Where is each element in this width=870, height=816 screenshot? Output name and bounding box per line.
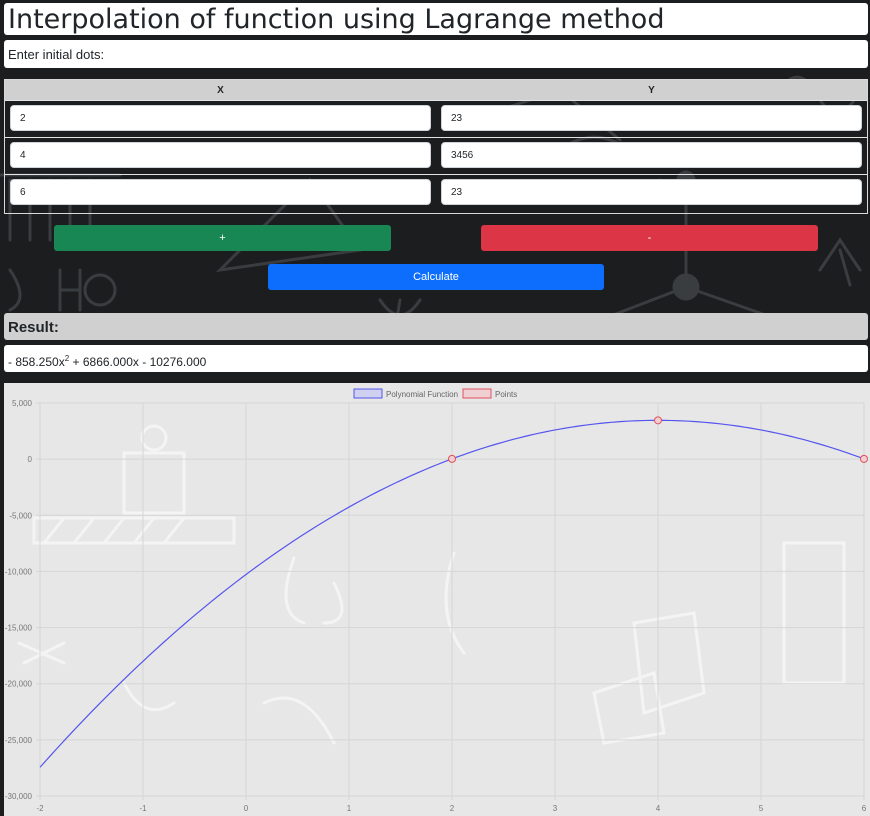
x-tick-label: 1 bbox=[347, 804, 352, 813]
data-point bbox=[860, 454, 868, 463]
chart-grid bbox=[36, 402, 865, 800]
y-tick-label: 0 bbox=[28, 455, 33, 464]
result-polynomial: - 858.250x2 + 6866.000x - 10276.000 bbox=[4, 345, 868, 372]
result-heading: Result: bbox=[4, 313, 868, 340]
y-tick-label: -25,000 bbox=[5, 736, 33, 745]
data-point bbox=[448, 454, 456, 463]
chart-container: -2 -1 0 1 2 3 4 5 6 5,000 0 -5,000 -10,000 -15,000 -20… bbox=[4, 383, 870, 816]
calculate-button[interactable]: Calculate bbox=[268, 264, 604, 290]
result-suffix: + 6866.000x - 10276.000 bbox=[69, 355, 207, 369]
x-tick-label: -1 bbox=[139, 804, 147, 813]
dots-table: X Y bbox=[4, 79, 868, 214]
dots-table-header: X Y bbox=[5, 80, 867, 100]
chart-legend: Polynomial Function Points bbox=[353, 388, 517, 399]
x-tick-label: -2 bbox=[36, 804, 44, 813]
x-tick-label: 4 bbox=[656, 804, 661, 813]
x-tick-label: 3 bbox=[553, 804, 558, 813]
x-tick-label: 5 bbox=[759, 804, 764, 813]
x-input-2[interactable] bbox=[10, 142, 431, 168]
y-tick-label: 5,000 bbox=[12, 399, 33, 408]
legend-swatch-polynomial bbox=[353, 388, 383, 399]
x-input-3[interactable] bbox=[10, 179, 431, 205]
table-row bbox=[5, 100, 867, 137]
polynomial-chart: -2 -1 0 1 2 3 4 5 6 5,000 0 -5,000 -10,000 -15,000 -20… bbox=[5, 388, 868, 813]
add-row-button[interactable]: + bbox=[54, 225, 391, 251]
table-row bbox=[5, 137, 867, 174]
x-tick-label: 0 bbox=[244, 804, 249, 813]
table-row bbox=[5, 174, 867, 211]
x-input-1[interactable] bbox=[10, 105, 431, 131]
column-header-y: Y bbox=[648, 85, 655, 96]
legend-label-polynomial: Polynomial Function bbox=[386, 390, 458, 399]
y-tick-label: -10,000 bbox=[5, 567, 33, 576]
y-input-1[interactable] bbox=[441, 105, 862, 131]
y-input-2[interactable] bbox=[441, 142, 862, 168]
remove-row-button[interactable]: - bbox=[481, 225, 818, 251]
data-point bbox=[654, 416, 662, 425]
y-tick-label: -15,000 bbox=[5, 624, 33, 633]
x-tick-label: 2 bbox=[450, 804, 455, 813]
result-prefix: - 858.250x bbox=[8, 355, 65, 369]
x-tick-label: 6 bbox=[862, 804, 867, 813]
page-title: Interpolation of function using Lagrange… bbox=[4, 3, 868, 35]
chart-axis-labels: -2 -1 0 1 2 3 4 5 6 5,000 0 -5,000 -10,000 -15,000 -20… bbox=[5, 399, 867, 813]
y-tick-label: -30,000 bbox=[5, 792, 33, 801]
y-tick-label: -5,000 bbox=[9, 511, 32, 520]
dots-prompt: Enter initial dots: bbox=[4, 40, 868, 68]
column-header-x: X bbox=[217, 85, 224, 96]
legend-swatch-points bbox=[462, 388, 492, 399]
y-tick-label: -20,000 bbox=[5, 680, 33, 689]
y-input-3[interactable] bbox=[441, 179, 862, 205]
legend-label-points: Points bbox=[495, 390, 517, 399]
